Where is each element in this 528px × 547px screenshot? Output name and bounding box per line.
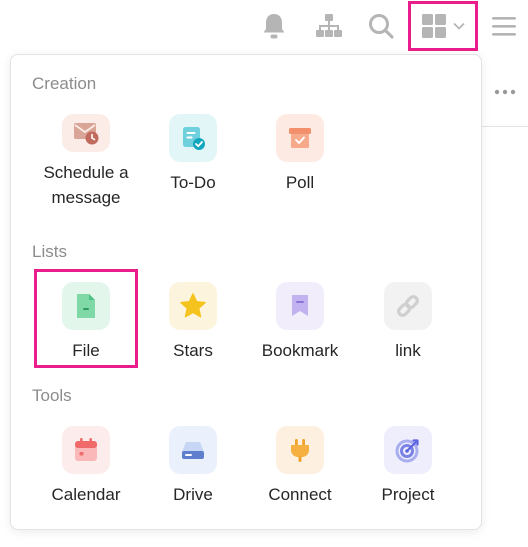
bell-icon xyxy=(263,14,285,39)
drive-tile xyxy=(169,426,217,474)
org-chart-button[interactable] xyxy=(311,8,347,44)
hamburger-menu-button[interactable] xyxy=(486,8,522,44)
search-icon xyxy=(369,14,394,39)
more-horizontal-icon xyxy=(494,89,516,95)
menu-item-label: Stars xyxy=(173,341,213,360)
menu-item-label: Project xyxy=(381,485,435,504)
star-icon xyxy=(180,293,206,318)
file-highlight-box xyxy=(34,269,138,368)
menu-item-label: Poll xyxy=(285,173,315,192)
menu-item-schedule-message[interactable]: Schedule a message xyxy=(32,110,140,210)
bookmark-tile xyxy=(276,282,324,330)
target-icon xyxy=(395,439,419,463)
link-icon xyxy=(397,295,419,317)
menu-item-label: Schedule a message xyxy=(43,163,129,207)
section-title-lists: Lists xyxy=(32,242,67,261)
todo-tile xyxy=(169,114,217,162)
menu-item-label: Calendar xyxy=(51,485,121,504)
notification-bell-button[interactable] xyxy=(256,8,292,44)
menu-item-stars[interactable]: Stars xyxy=(139,278,247,378)
stars-tile xyxy=(169,282,217,330)
org-chart-icon xyxy=(316,14,342,37)
chevron-down-icon xyxy=(453,22,465,30)
menu-item-project[interactable]: Project xyxy=(354,422,462,522)
calendar-tile xyxy=(62,426,110,474)
poll-icon xyxy=(289,128,311,148)
link-tile xyxy=(384,282,432,330)
schedule-message-icon xyxy=(74,123,99,145)
menu-item-label: Drive xyxy=(173,485,213,504)
menu-item-todo[interactable]: To-Do xyxy=(139,110,247,210)
menu-item-label: Bookmark xyxy=(261,341,339,360)
bookmark-icon xyxy=(292,295,308,316)
connect-tile xyxy=(276,426,324,474)
grid-icon xyxy=(422,14,446,38)
menu-item-poll[interactable]: Poll xyxy=(246,110,354,210)
menu-item-label: Connect xyxy=(268,485,332,504)
menu-item-drive[interactable]: Drive xyxy=(139,422,247,522)
poll-tile xyxy=(276,114,324,162)
section-title-tools: Tools xyxy=(32,386,72,405)
apps-menu-button[interactable] xyxy=(408,1,478,51)
search-button[interactable] xyxy=(363,8,399,44)
plug-icon xyxy=(291,439,309,462)
calendar-icon xyxy=(75,438,97,461)
project-tile xyxy=(384,426,432,474)
top-toolbar xyxy=(0,0,528,52)
menu-item-label: link xyxy=(395,341,421,360)
hamburger-icon xyxy=(492,17,516,36)
todo-icon xyxy=(183,127,205,150)
background-divider xyxy=(482,126,528,127)
more-options-button[interactable] xyxy=(490,80,520,104)
menu-item-connect[interactable]: Connect xyxy=(246,422,354,522)
menu-item-bookmark[interactable]: Bookmark xyxy=(246,278,354,378)
menu-item-label: To-Do xyxy=(170,173,216,192)
schedule-message-tile xyxy=(62,114,110,152)
page: Creation Schedule a message To-Do Poll L… xyxy=(0,0,528,547)
section-title-creation: Creation xyxy=(32,74,97,93)
drive-icon xyxy=(182,442,204,459)
menu-item-link[interactable]: link xyxy=(354,278,462,378)
menu-item-calendar[interactable]: Calendar xyxy=(32,422,140,522)
